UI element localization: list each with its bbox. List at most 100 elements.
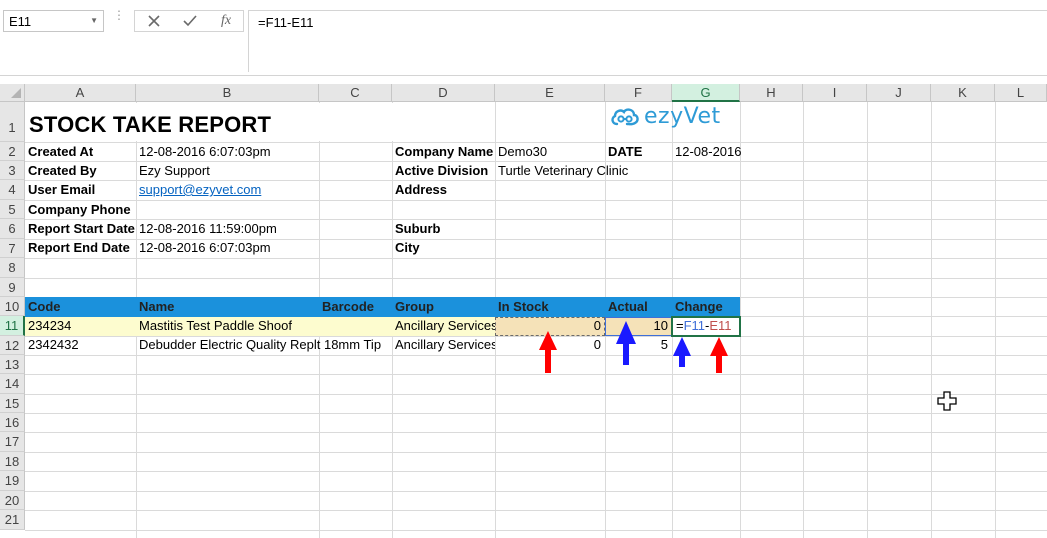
user-email-link[interactable]: support@ezyvet.com [136,181,319,199]
table-row-1-name[interactable]: Mastitis Test Paddle Shoof [136,317,319,335]
drag-handle-icon[interactable]: ⋮ [113,9,125,21]
cancel-icon[interactable] [141,11,167,31]
active-division-value[interactable]: Turtle Veterinary Clinic [495,162,675,180]
created-at-value[interactable]: 12-08-2016 6:07:03pm [136,143,319,161]
address-label[interactable]: Address [392,181,495,199]
column-header-f[interactable]: F [605,84,672,102]
table-row-2-group[interactable]: Ancillary Services [392,336,495,354]
formula-text: =F11-E11 [258,15,314,30]
header-group[interactable]: Group [392,297,495,316]
created-at-label[interactable]: Created At [25,143,136,161]
column-header-j[interactable]: J [867,84,931,102]
formula-ref-f11: F11 [683,318,706,333]
gridline [25,394,1047,395]
table-row-1-code[interactable]: 234234 [25,317,136,335]
gridline [25,510,1047,511]
gridline [25,200,1047,201]
row-header-5[interactable]: 5 [0,200,25,219]
column-header-i[interactable]: I [803,84,867,102]
name-box[interactable]: E11 ▼ [3,10,104,32]
row-header-7[interactable]: 7 [0,239,25,258]
logo-text: ezyVet [644,103,721,129]
red-arrow-icon [539,331,557,373]
blue-arrow-icon [673,337,691,367]
row-header-21[interactable]: 21 [0,510,25,530]
table-row-1-group[interactable]: Ancillary Services [392,317,495,335]
column-header-d[interactable]: D [392,84,495,102]
row-header-11[interactable]: 11 [0,316,25,336]
row-header-2[interactable]: 2 [0,142,25,161]
company-name-label[interactable]: Company Name [392,143,495,161]
row-header-17[interactable]: 17 [0,432,25,452]
table-row-1-change[interactable]: =F11-E11 [673,317,739,335]
name-box-value: E11 [9,14,32,29]
column-header-a[interactable]: A [25,84,136,102]
formula-bar: E11 ▼ ⋮ fx =F11-E11 [0,0,1047,76]
column-header-h[interactable]: H [740,84,803,102]
column-header-e[interactable]: E [495,84,605,102]
table-row-2-code[interactable]: 2342432 [25,336,136,354]
gridline [867,102,868,538]
chevron-down-icon[interactable]: ▼ [90,16,98,25]
gridline [25,258,1047,259]
gridline [25,432,1047,433]
row-header-9[interactable]: 9 [0,278,25,297]
red-arrow-icon [710,337,728,373]
row-header-15[interactable]: 15 [0,394,25,413]
report-start-value[interactable]: 12-08-2016 11:59:00pm [136,220,319,238]
formula-input[interactable]: =F11-E11 [248,10,1047,72]
gridline [931,102,932,538]
column-header-b[interactable]: B [136,84,319,102]
row-header-16[interactable]: 16 [0,413,25,432]
header-in-stock[interactable]: In Stock [495,297,605,316]
row-header-6[interactable]: 6 [0,219,25,239]
cell-select-cursor-icon [937,391,957,411]
city-label[interactable]: City [392,239,495,257]
header-change[interactable]: Change [672,297,740,316]
report-title[interactable]: STOCK TAKE REPORT [26,112,326,138]
header-name[interactable]: Name [136,297,319,316]
insert-function-icon[interactable]: fx [213,11,239,31]
gridline [995,102,996,538]
table-row-2-name[interactable]: Debudder Electric Quality Replt 18mm Tip [136,336,392,354]
blue-arrow-icon [616,321,636,365]
report-end-label[interactable]: Report End Date [25,239,136,257]
row-header-20[interactable]: 20 [0,491,25,510]
column-header-k[interactable]: K [931,84,995,102]
report-start-label[interactable]: Report Start Date [25,220,136,238]
header-code[interactable]: Code [25,297,136,316]
column-header-g[interactable]: G [672,84,740,102]
header-actual[interactable]: Actual [605,297,672,316]
company-phone-label[interactable]: Company Phone [25,201,136,219]
gridline [25,452,1047,453]
created-by-value[interactable]: Ezy Support [136,162,319,180]
suburb-label[interactable]: Suburb [392,220,495,238]
spreadsheet-grid[interactable]: A B C D E F G H I J K L 1 2 3 4 5 6 7 8 … [0,84,1047,538]
row-header-8[interactable]: 8 [0,258,25,278]
row-header-4[interactable]: 4 [0,180,25,200]
row-header-14[interactable]: 14 [0,374,25,394]
row-header-13[interactable]: 13 [0,355,25,374]
date-label[interactable]: DATE [605,143,672,161]
column-header-l[interactable]: L [995,84,1047,102]
gridline [25,530,1047,531]
created-by-label[interactable]: Created By [25,162,136,180]
row-header-18[interactable]: 18 [0,452,25,471]
user-email-label[interactable]: User Email [25,181,136,199]
row-header-10[interactable]: 10 [0,297,25,316]
date-value[interactable]: 12-08-2016 [672,143,762,161]
select-all-corner[interactable] [0,84,25,102]
gridline [803,102,804,538]
row-header-1[interactable]: 1 [0,102,25,142]
report-end-value[interactable]: 12-08-2016 6:07:03pm [136,239,319,257]
active-division-label[interactable]: Active Division [392,162,495,180]
enter-check-icon[interactable] [177,11,203,31]
company-name-value[interactable]: Demo30 [495,143,605,161]
cloud-paw-icon [611,108,639,126]
row-header-3[interactable]: 3 [0,161,25,180]
row-header-19[interactable]: 19 [0,471,25,491]
ezyvet-logo: ezyVet [610,102,721,130]
header-barcode[interactable]: Barcode [319,297,392,316]
column-header-c[interactable]: C [319,84,392,102]
row-header-12[interactable]: 12 [0,336,25,355]
